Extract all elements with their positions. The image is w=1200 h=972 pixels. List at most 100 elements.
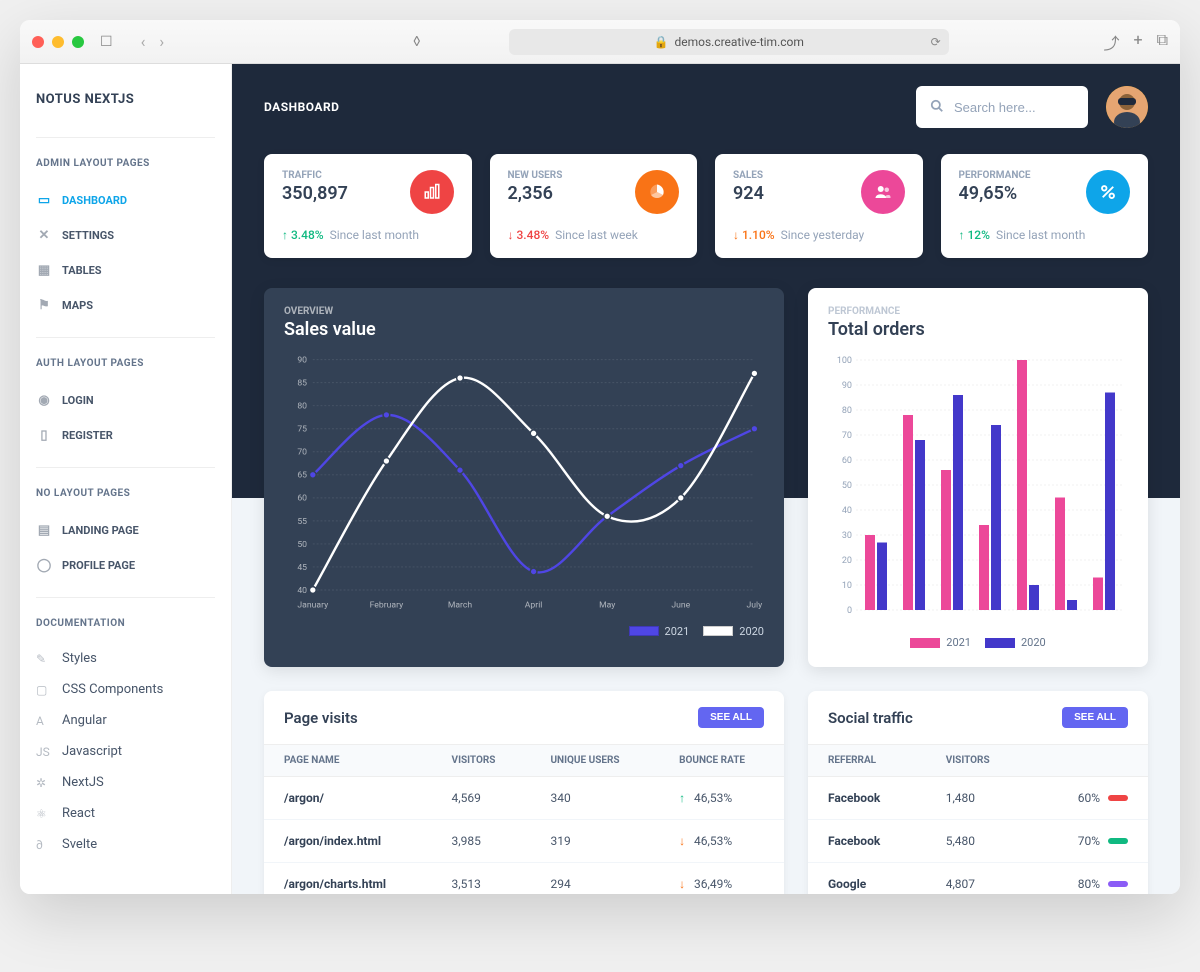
svg-text:April: April — [525, 600, 543, 610]
table-icon: ▦ — [36, 263, 52, 278]
browser-window: ☐ ‹ › ◊ 🔒 demos.creative-tim.com ⟳ ⤴ + ⧉… — [20, 20, 1180, 894]
svg-text:80: 80 — [297, 402, 307, 412]
url-text: demos.creative-tim.com — [674, 35, 803, 49]
visitors: 1,480 — [926, 777, 1033, 820]
doc-item-js[interactable]: JSJavascript — [36, 736, 215, 767]
react-icon: ⚛ — [36, 807, 52, 821]
stat-label: NEW USERS — [508, 170, 563, 181]
shield-icon[interactable]: ◊ — [407, 32, 426, 52]
share-icon[interactable]: ⤴ — [1103, 30, 1119, 54]
angular-icon: A — [36, 714, 52, 728]
close-window-icon[interactable] — [32, 36, 44, 48]
avatar[interactable] — [1106, 86, 1148, 128]
sidebar-section-nolayout: NO LAYOUT PAGES — [36, 488, 215, 499]
clipboard-icon: ▯ — [36, 428, 52, 443]
pie-chart-icon — [635, 170, 679, 214]
col-header: UNIQUE USERS — [530, 745, 659, 777]
svg-text:20: 20 — [842, 556, 852, 566]
search-icon — [930, 98, 944, 117]
unique-users: 340 — [530, 777, 659, 820]
url-bar[interactable]: 🔒 demos.creative-tim.com ⟳ — [509, 29, 949, 55]
col-header: VISITORS — [926, 745, 1033, 777]
doc-item-styles[interactable]: ✎Styles — [36, 643, 215, 674]
nextjs-icon: ✲ — [36, 776, 52, 790]
social-traffic-card: Social traffic SEE ALL REFERRALVISITORS … — [808, 691, 1148, 894]
sidebar-item-maps[interactable]: ⚑MAPS — [36, 288, 215, 323]
svg-text:June: June — [671, 600, 690, 610]
search-box[interactable] — [916, 86, 1088, 128]
reload-icon[interactable]: ⟳ — [931, 35, 941, 49]
maximize-window-icon[interactable] — [72, 36, 84, 48]
sidebar-section-auth: AUTH LAYOUT PAGES — [36, 358, 215, 369]
sidebar-item-settings[interactable]: ✕SETTINGS — [36, 218, 215, 253]
browser-chrome: ☐ ‹ › ◊ 🔒 demos.creative-tim.com ⟳ ⤴ + ⧉ — [20, 20, 1180, 64]
line-chart: 4045505560657075808590JanuaryFebruaryMar… — [284, 350, 764, 619]
doc-item-nextjs[interactable]: ✲NextJS — [36, 767, 215, 798]
see-all-button[interactable]: SEE ALL — [1062, 707, 1128, 728]
fingerprint-icon: ◉ — [36, 393, 52, 408]
svg-text:January: January — [297, 600, 328, 610]
map-icon: ⚑ — [36, 298, 52, 313]
delta-since: Since yesterday — [781, 228, 865, 242]
tabs-icon[interactable]: ⧉ — [1157, 30, 1168, 54]
forward-icon[interactable]: › — [155, 32, 168, 51]
delta-value: ↓ 3.48% — [508, 228, 550, 242]
sidebar-item-login[interactable]: ◉LOGIN — [36, 383, 215, 418]
sidebar-item-register[interactable]: ▯REGISTER — [36, 418, 215, 453]
chart-overline: PERFORMANCE — [828, 306, 1128, 317]
chart-title: Total orders — [828, 319, 1128, 340]
paint-icon: ✎ — [36, 652, 52, 666]
delta-value: ↑ 12% — [959, 228, 990, 242]
table-row: /argon/index.html 3,985 319 ↓ 46,53% — [264, 820, 784, 863]
sidebar-item-landing[interactable]: ▤LANDING PAGE — [36, 513, 215, 548]
tv-icon: ▭ — [36, 193, 52, 208]
minimize-window-icon[interactable] — [52, 36, 64, 48]
visitors: 3,985 — [432, 820, 531, 863]
table-title: Page visits — [284, 709, 358, 727]
visitors: 3,513 — [432, 863, 531, 895]
doc-item-react[interactable]: ⚛React — [36, 798, 215, 829]
svg-text:March: March — [448, 600, 473, 610]
svg-text:90: 90 — [297, 355, 307, 365]
delta-since: Since last week — [555, 228, 638, 242]
see-all-button[interactable]: SEE ALL — [698, 707, 764, 728]
svg-text:80: 80 — [842, 406, 852, 416]
svg-text:May: May — [599, 600, 615, 610]
svg-text:85: 85 — [297, 379, 307, 389]
new-tab-icon[interactable]: + — [1133, 30, 1142, 54]
brand-logo[interactable]: NOTUS NEXTJS — [36, 92, 215, 107]
svg-text:45: 45 — [297, 563, 307, 573]
svg-text:40: 40 — [842, 506, 852, 516]
chart-overline: OVERVIEW — [284, 306, 764, 317]
css-icon: ▢ — [36, 683, 52, 697]
stat-label: SALES — [733, 170, 764, 181]
doc-item-css[interactable]: ▢CSS Components — [36, 674, 215, 705]
page-name: /argon/charts.html — [264, 863, 432, 895]
table-row: Facebook 1,480 60% — [808, 777, 1148, 820]
visitors: 4,807 — [926, 863, 1033, 895]
stat-value: 2,356 — [508, 183, 563, 204]
stat-card: SALES 924 ↓ 1.10% Since yesterday — [715, 154, 923, 258]
doc-item-svelte[interactable]: ∂Svelte — [36, 829, 215, 860]
doc-item-angular[interactable]: AAngular — [36, 705, 215, 736]
stat-value: 924 — [733, 183, 764, 204]
unique-users: 319 — [530, 820, 659, 863]
svg-text:0: 0 — [847, 606, 852, 616]
back-icon[interactable]: ‹ — [137, 32, 150, 51]
table-row: Facebook 5,480 70% — [808, 820, 1148, 863]
page-name: /argon/ — [264, 777, 432, 820]
sidebar-item-tables[interactable]: ▦TABLES — [36, 253, 215, 288]
stat-label: PERFORMANCE — [959, 170, 1031, 181]
sidebar-item-dashboard[interactable]: ▭DASHBOARD — [36, 183, 215, 218]
svg-text:55: 55 — [297, 517, 307, 527]
legend-item: 2020 — [703, 625, 764, 638]
sidebar-item-profile[interactable]: ◯PROFILE PAGE — [36, 548, 215, 583]
bounce-rate: ↓ 36,49% — [659, 863, 784, 895]
tools-icon: ✕ — [36, 228, 52, 243]
search-input[interactable] — [954, 100, 1130, 115]
bounce-rate: ↓ 46,53% — [659, 820, 784, 863]
delta-since: Since last month — [330, 228, 419, 242]
svg-text:February: February — [370, 600, 404, 610]
sidebar-section-docs: DOCUMENTATION — [36, 618, 215, 629]
sidebar-toggle-icon[interactable]: ☐ — [94, 32, 119, 52]
